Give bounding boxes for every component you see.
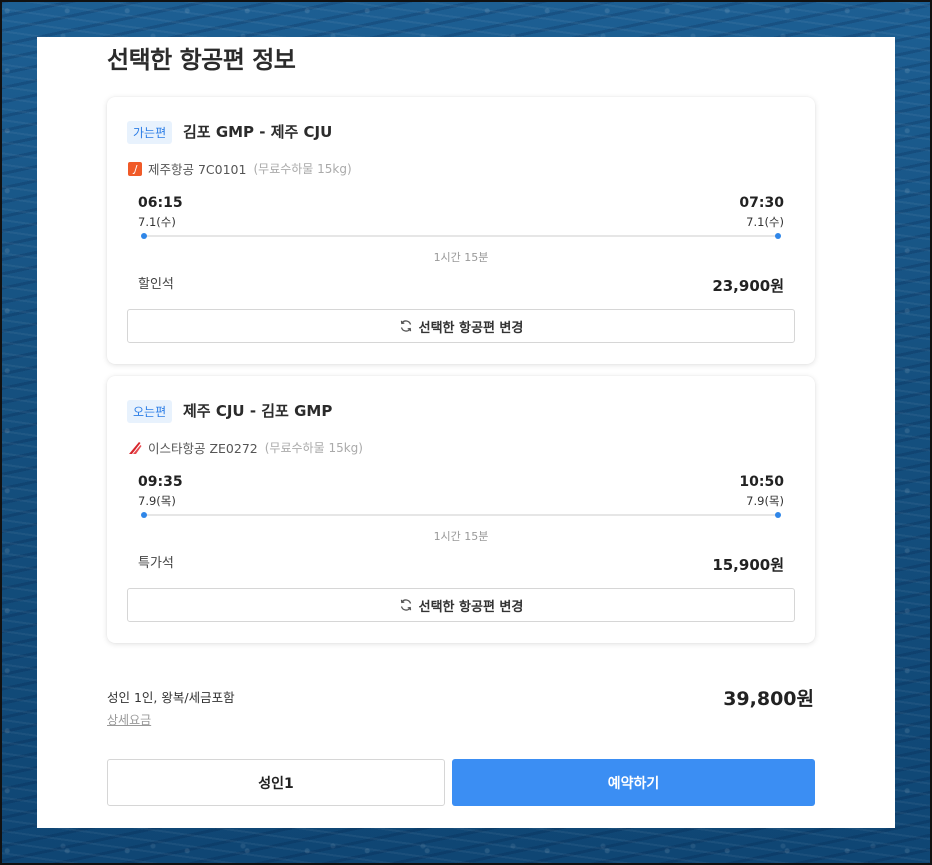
outbound-airline-row: 제주항공 7C0101 (무료수하물 15kg) [128,159,352,178]
inbound-arrival-date: 7.9(목) [746,494,784,508]
inbound-arrival-time: 10:50 [739,474,784,490]
departure-dot [141,512,147,518]
passenger-count-button[interactable]: 성인1 [107,759,445,806]
fare-detail-link[interactable]: 상세요금 [107,711,151,728]
inbound-departure-date: 7.9(목) [138,494,176,508]
refresh-icon [399,319,413,333]
outbound-route: 김포 GMP - 제주 CJU [183,123,333,141]
eastar-jet-logo-icon [128,441,142,455]
refresh-icon [399,598,413,612]
change-flight-label: 선택한 항공편 변경 [418,599,524,615]
inbound-badge: 오는편 [127,400,173,423]
inbound-route: 제주 CJU - 김포 GMP [183,402,333,420]
inbound-baggage: (무료수하물 15kg) [264,441,363,455]
outbound-price: 23,900원 [712,277,784,295]
arrival-dot [775,233,781,239]
departure-dot [141,233,147,239]
inbound-airline: 이스타항공 ZE0272 [148,441,258,456]
inbound-timeline [141,512,781,518]
inbound-seat-class: 특가석 [138,556,174,571]
outbound-change-flight-button[interactable]: 선택한 항공편 변경 [127,309,795,343]
outbound-arrival-time: 07:30 [739,195,784,211]
outbound-departure-time: 06:15 [138,195,183,211]
inbound-departure-time: 09:35 [138,474,183,490]
page-title: 선택한 항공편 정보 [107,46,296,74]
outbound-baggage: (무료수하물 15kg) [253,162,352,176]
outbound-timeline [141,233,781,239]
inbound-duration: 1시간 15분 [433,530,489,543]
jeju-air-logo-icon [128,161,142,176]
arrival-dot [775,512,781,518]
inbound-airline-row: 이스타항공 ZE0272 (무료수하물 15kg) [128,438,363,457]
outbound-seat-class: 할인석 [138,277,174,292]
outbound-badge: 가는편 [127,121,173,144]
outbound-arrival-date: 7.1(수) [746,215,784,229]
total-price: 39,800원 [723,688,814,710]
outbound-flight-card: 가는편 김포 GMP - 제주 CJU 제주항공 7C0101 (무료수하물 1… [107,97,815,364]
inbound-change-flight-button[interactable]: 선택한 항공편 변경 [127,588,795,622]
outbound-departure-date: 7.1(수) [138,215,176,229]
fare-summary-label: 성인 1인, 왕복/세금포함 [107,690,235,705]
outbound-airline: 제주항공 7C0101 [148,162,247,177]
book-button[interactable]: 예약하기 [452,759,815,806]
flight-summary-panel: 선택한 항공편 정보 가는편 김포 GMP - 제주 CJU 제주항공 7C01… [37,37,895,828]
outbound-duration: 1시간 15분 [433,251,489,264]
inbound-price: 15,900원 [712,556,784,574]
inbound-flight-card: 오는편 제주 CJU - 김포 GMP 이스타항공 ZE0272 (무료수하물 … [107,376,815,643]
change-flight-label: 선택한 항공편 변경 [418,320,524,336]
